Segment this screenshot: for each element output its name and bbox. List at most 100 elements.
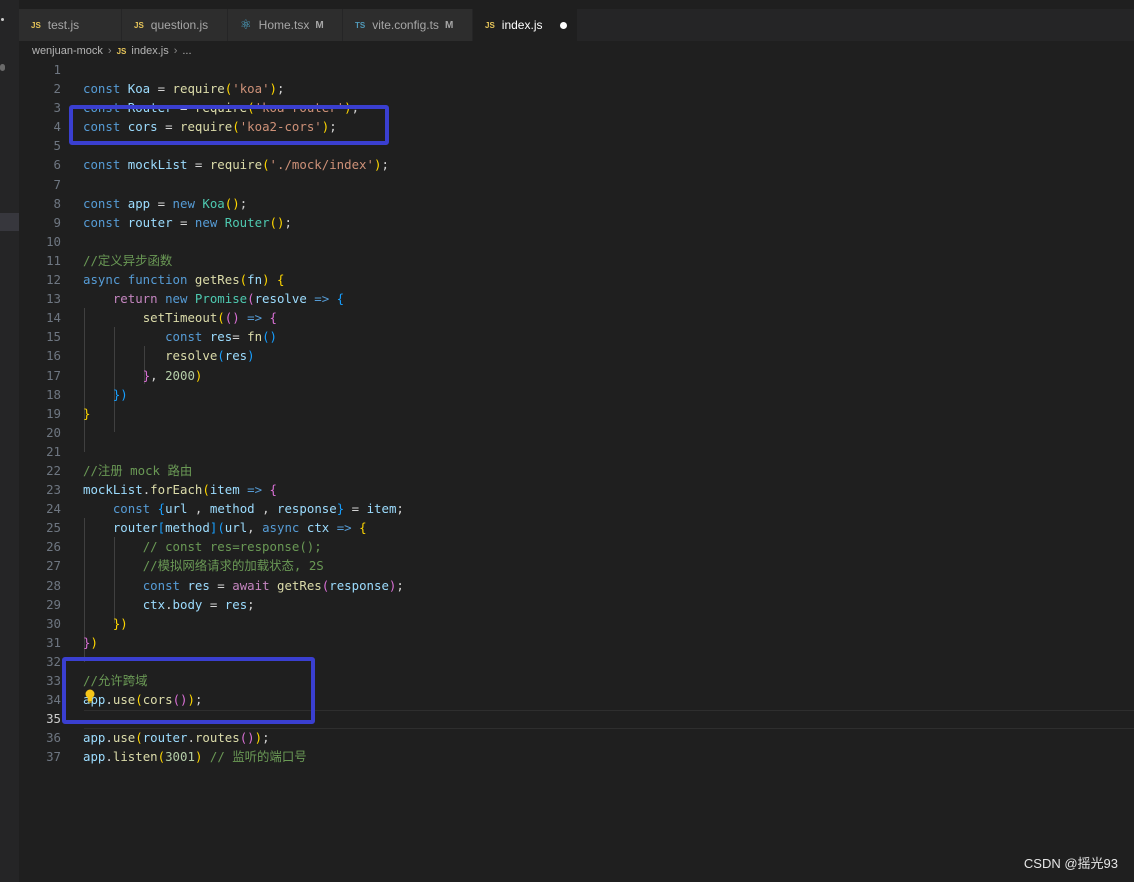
code-token: new: [172, 195, 203, 211]
code-token: new: [194, 214, 225, 230]
code-line[interactable]: 23 mockList.forEach(item => {: [19, 480, 1134, 499]
code-line[interactable]: 24 const {url , method , response} = ite…: [19, 499, 1134, 518]
line-number: 18: [46, 386, 61, 402]
code-line[interactable]: 26 // const res=response();: [19, 537, 1134, 556]
code-line[interactable]: 7: [19, 175, 1134, 194]
code-token: ctx: [142, 596, 166, 612]
line-number: 29: [46, 596, 61, 612]
breadcrumb-more[interactable]: ...: [182, 45, 191, 57]
line-number: 32: [46, 653, 61, 669]
code-line[interactable]: 19}: [19, 404, 1134, 423]
code-token: const: [165, 329, 210, 345]
code-text: resolve(res): [83, 346, 255, 365]
unsaved-dot-icon[interactable]: [560, 21, 567, 29]
code-text: const Koa = require('koa');: [83, 79, 284, 98]
code-line[interactable]: 10: [19, 232, 1134, 251]
code-token: =: [344, 501, 367, 517]
code-token: Promise: [194, 291, 248, 307]
line-number: 36: [46, 730, 61, 746]
code-token: const: [83, 214, 128, 230]
code-token: =: [232, 329, 248, 345]
code-token: {: [359, 520, 367, 536]
code-token: fn: [247, 329, 263, 345]
code-line[interactable]: 9 const router = new Router();: [19, 213, 1134, 232]
code-line[interactable]: 12 async function getRes(fn) {: [19, 270, 1134, 289]
js-file-icon: JS: [485, 20, 495, 30]
code-line[interactable]: 28 const res = await getRes(response);: [19, 576, 1134, 595]
line-number: 8: [53, 195, 61, 211]
code-token: const: [83, 81, 128, 97]
code-line[interactable]: 36 app.use(router.routes());: [19, 728, 1134, 747]
tab-test-js[interactable]: JS test.js: [19, 9, 122, 41]
tab-question-js[interactable]: JS question.js: [122, 9, 228, 41]
code-token: (): [269, 214, 285, 230]
code-line[interactable]: 1: [19, 60, 1134, 79]
code-line[interactable]: 15 const res= fn(): [19, 327, 1134, 346]
code-line[interactable]: 16 resolve(res): [19, 346, 1134, 365]
line-number: 15: [46, 329, 61, 345]
line-number: 5: [53, 138, 61, 154]
code-token: {: [336, 291, 345, 307]
code-token: ): [194, 367, 203, 383]
code-token: //模拟网络请求的加载状态, 2S: [142, 558, 324, 574]
code-line[interactable]: 11 //定义异步函数: [19, 251, 1134, 270]
code-line[interactable]: 13 return new Promise(resolve => {: [19, 289, 1134, 308]
breadcrumb-file[interactable]: index.js: [131, 45, 168, 57]
code-token: Router: [224, 214, 270, 230]
breadcrumb-folder[interactable]: wenjuan-mock: [32, 45, 103, 57]
code-token: getRes: [194, 272, 240, 288]
scroll-marker: [0, 64, 5, 71]
breadcrumb: wenjuan-mock › JS index.js › ...: [32, 42, 192, 60]
line-number: 3: [53, 100, 61, 116]
code-line[interactable]: 22 //注册 mock 路由: [19, 461, 1134, 480]
code-token: =>: [314, 291, 330, 307]
line-number: 34: [46, 692, 61, 708]
code-token: body: [172, 596, 203, 612]
lightbulb-icon[interactable]: [84, 689, 96, 703]
code-token: app: [83, 730, 106, 746]
code-token: res: [187, 577, 210, 593]
code-token: res: [224, 348, 248, 364]
code-token: url: [165, 501, 188, 517]
code-token: // const res=response();: [142, 539, 322, 555]
code-line[interactable]: 31}): [19, 633, 1134, 652]
code-line[interactable]: 21: [19, 442, 1134, 461]
code-line[interactable]: 20: [19, 423, 1134, 442]
code-token: //注册 mock 路由: [83, 462, 193, 478]
code-line[interactable]: 2 const Koa = require('koa');: [19, 79, 1134, 98]
code-line[interactable]: 30 }): [19, 614, 1134, 633]
code-line[interactable]: 18 }): [19, 385, 1134, 404]
tab-vite-config-ts[interactable]: TS vite.config.ts M: [343, 9, 473, 41]
code-line[interactable]: 8 const app = new Koa();: [19, 194, 1134, 213]
code-token: (): [239, 730, 255, 746]
tab-home-tsx[interactable]: ⚛ Home.tsx M: [228, 9, 343, 41]
code-token: async: [83, 272, 128, 288]
code-token: forEach: [150, 482, 203, 498]
code-line[interactable]: 29 ctx.body = res;: [19, 595, 1134, 614]
code-token: response: [277, 501, 337, 517]
code-token: url: [224, 520, 248, 536]
line-number: 12: [46, 272, 61, 288]
tab-index-js[interactable]: JS index.js: [473, 9, 578, 41]
code-line[interactable]: 17 }, 2000): [19, 366, 1134, 385]
code-token: listen: [112, 749, 158, 765]
code-line[interactable]: 27 //模拟网络请求的加载状态, 2S: [19, 556, 1134, 575]
line-number: 9: [53, 214, 61, 230]
code-text: }, 2000): [83, 366, 203, 385]
code-line[interactable]: 37 app.listen(3001) // 监听的端口号: [19, 747, 1134, 766]
code-line[interactable]: 6 const mockList = require('./mock/index'…: [19, 155, 1134, 174]
code-line[interactable]: 14 setTimeout(() => {: [19, 308, 1134, 327]
code-token: .: [187, 730, 195, 746]
code-token: app: [83, 749, 106, 765]
code-text: const router = new Router();: [83, 213, 292, 232]
line-number: 30: [46, 615, 61, 631]
activity-bar: [0, 0, 19, 882]
code-line[interactable]: 25 router[method](url, async ctx => {: [19, 518, 1134, 537]
js-file-icon: JS: [31, 20, 41, 30]
tab-label: vite.config.ts: [372, 18, 439, 32]
line-number: 7: [53, 176, 61, 192]
